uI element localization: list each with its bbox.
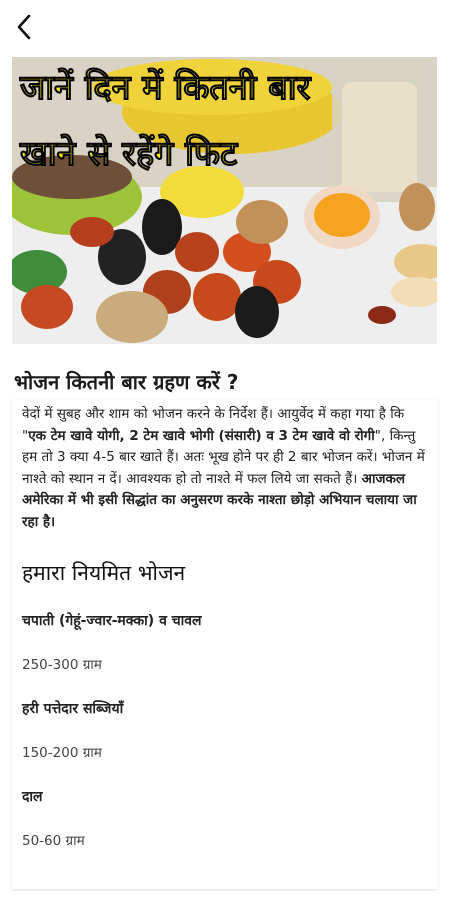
article-paragraph: वेदों में सुबह और शाम को भोजन करने के नि… bbox=[12, 400, 438, 533]
hero-title-line2: खाने से रहेंगे फिट bbox=[19, 133, 239, 174]
hero-image: जानें दिन में कितनी बार खाने से रहेंगे फ… bbox=[12, 57, 437, 344]
food-item-value: 150-200 ग्राम bbox=[22, 745, 102, 761]
hero-title-line1: जानें दिन में कितनी बार bbox=[19, 67, 312, 108]
food-item-value: 50-60 ग्राम bbox=[22, 833, 85, 849]
back-button[interactable] bbox=[10, 12, 38, 42]
food-item-value: 250-300 ग्राम bbox=[22, 657, 102, 673]
top-bar bbox=[0, 0, 450, 56]
article-card: वेदों में सुबह और शाम को भोजन करने के नि… bbox=[12, 400, 438, 889]
food-item-label: चपाती (गेहूं-ज्वार-मक्का) व चावल bbox=[22, 613, 202, 629]
section-heading: हमारा नियमित भोजन bbox=[22, 561, 186, 585]
article-heading: भोजन कितनी बार ग्रहण करें ? bbox=[14, 370, 239, 394]
chevron-left-icon bbox=[17, 14, 31, 40]
paragraph-bold-1: एक टेम खावे योगी, 2 टेम खावे भोगी (संसार… bbox=[28, 427, 375, 444]
food-item-label: हरी पत्तेदार सब्जियाँ bbox=[22, 701, 124, 717]
food-item-label: दाल bbox=[22, 789, 43, 805]
